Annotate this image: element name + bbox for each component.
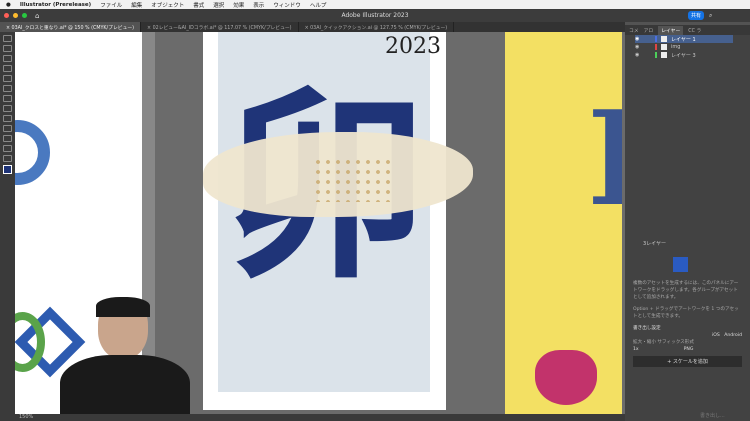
ios-option[interactable]: iOS (712, 333, 720, 338)
add-scale-button[interactable]: + スケールを追加 (633, 356, 742, 367)
layer-row[interactable]: ◉ img (635, 43, 733, 51)
tab-comments[interactable]: コメ (629, 27, 639, 34)
search-icon[interactable]: ⌕ (709, 12, 712, 20)
share-button[interactable]: 共有 (688, 11, 705, 20)
export-settings-header[interactable]: 書き出し設定 (625, 325, 750, 332)
rotate-tool[interactable] (3, 105, 12, 112)
tab-cc-libraries[interactable]: CC ラ (688, 27, 701, 34)
layer-name: レイヤー 1 (671, 36, 696, 43)
flower-pattern (313, 157, 393, 202)
tab-document-2[interactable]: × 02レビュー&AI_IDコラボ.ai* @ 117.07 % (CMYK/プ… (141, 22, 299, 32)
android-option[interactable]: Android (724, 333, 742, 338)
eye-icon[interactable]: ◉ (635, 36, 639, 42)
menu-bar: ● Illustrator (Prerelease) ファイル 編集 オブジェク… (0, 0, 750, 9)
layer-name: img (671, 44, 681, 50)
menu-view[interactable]: 表示 (253, 1, 264, 9)
menu-file[interactable]: ファイル (100, 1, 122, 9)
format-select[interactable]: PNG (684, 346, 694, 353)
selection-tool[interactable] (3, 35, 12, 42)
brush-tool[interactable] (3, 85, 12, 92)
presenter-video (60, 297, 200, 414)
status-bar: 150% (15, 414, 625, 421)
gradient-tool[interactable] (3, 135, 12, 142)
eye-icon[interactable]: ◉ (635, 44, 639, 50)
menu-edit[interactable]: 編集 (131, 1, 142, 9)
year-text: 2023 (385, 34, 441, 59)
hand-tool[interactable] (3, 145, 12, 152)
tools-panel (0, 32, 15, 421)
app-menu[interactable]: Illustrator (Prerelease) (20, 2, 91, 8)
tab-document-1[interactable]: × 03AI_クロスと重なり.ai* @ 150 % (CMYK/プレビュー) (0, 22, 142, 32)
artboard-right: E (505, 32, 622, 414)
menu-help[interactable]: ヘルプ (310, 1, 327, 9)
layers-panel: コメ アロ レイヤー CC ラ ◉ レイヤー 1 ◉ img ◉ レイヤー 3 3レイ… (625, 25, 750, 421)
menu-effect[interactable]: 効果 (233, 1, 244, 9)
type-tool[interactable] (3, 95, 12, 102)
tab-document-3[interactable]: × 03AI_クイックアクション.ai @ 127.75 % (CMYK/プレビ… (299, 22, 455, 32)
layer-count: 3レイヤー (643, 241, 667, 247)
document-tabs: × 03AI_クロスと重なり.ai* @ 150 % (CMYK/プレビュー) … (0, 22, 625, 32)
scale-tool[interactable] (3, 115, 12, 122)
rectangle-tool[interactable] (3, 75, 12, 82)
asset-help-text: 複数のアセットを生成するには、このパネルにアートワークをドラッグします。各グルー… (633, 281, 739, 300)
menu-object[interactable]: オブジェクト (151, 1, 184, 9)
scale-label: 拡大・縮小 サフィックス形式 (633, 340, 694, 345)
layer-row[interactable]: ◉ レイヤー 1 (635, 35, 733, 43)
menu-window[interactable]: ウィンドウ (273, 1, 301, 9)
canvas[interactable]: 2023 卯 E (15, 32, 625, 414)
option-help-text: Option + ドラッグでアートワークを 1 つのアセットとして生成できます。 (633, 307, 739, 319)
fill-stroke-swatch[interactable] (3, 165, 12, 174)
direct-selection-tool[interactable] (3, 45, 12, 52)
window-title: Adobe Illustrator 2023 (341, 12, 409, 19)
layer-row[interactable]: ◉ レイヤー 3 (635, 51, 733, 59)
asset-export-icon (673, 257, 688, 272)
zoom-tool[interactable] (3, 155, 12, 162)
export-button[interactable]: 書き出し... (700, 412, 725, 419)
blue-ring-shape (15, 120, 50, 185)
layer-name: レイヤー 3 (671, 52, 696, 59)
pen-tool[interactable] (3, 55, 12, 62)
zoom-level[interactable]: 150% (19, 414, 33, 420)
menu-type[interactable]: 書式 (193, 1, 204, 9)
title-bar: Adobe Illustrator 2023 ⌂ 共有 ⌕ (0, 9, 750, 22)
menu-select[interactable]: 選択 (213, 1, 224, 9)
apple-icon[interactable]: ● (6, 2, 11, 8)
eyedropper-tool[interactable] (3, 125, 12, 132)
butterfly-illustration (535, 350, 597, 405)
tab-layers[interactable]: レイヤー (658, 25, 684, 35)
eye-icon[interactable]: ◉ (635, 52, 639, 58)
tab-properties[interactable]: アロ (644, 27, 654, 34)
pencil-tool[interactable] (3, 65, 12, 72)
letter-e-text: E (587, 82, 622, 235)
artboard-center: 2023 卯 (203, 32, 473, 410)
scale-select[interactable]: 1x (633, 346, 639, 353)
